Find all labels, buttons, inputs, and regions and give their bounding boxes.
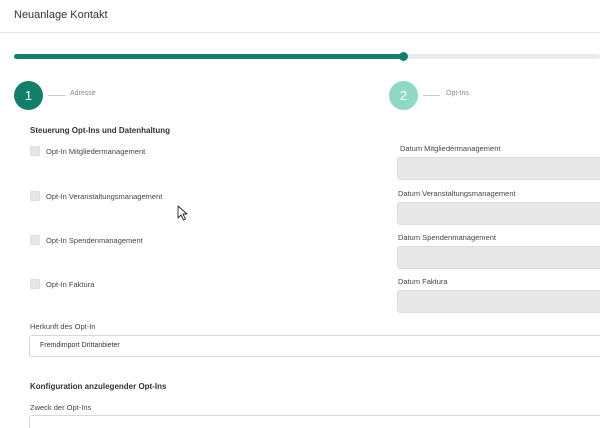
step-1-indicator[interactable]: 1	[14, 81, 43, 110]
datum-faktura-input[interactable]	[397, 290, 600, 313]
optin-mitgliedermanagement-label: Opt-In Mitgliedermanagement	[46, 147, 146, 156]
zweck-label: Zweck der Opt-Ins	[30, 403, 92, 412]
optin-faktura-label: Opt-In Faktura	[46, 280, 95, 289]
optin-section-title: Steuerung Opt-Ins und Datenhaltung	[30, 126, 170, 135]
step-2-label: Opt-Ins	[446, 90, 469, 97]
optin-faktura-checkbox[interactable]	[30, 279, 40, 289]
mouse-pointer-icon	[177, 205, 188, 221]
datum-mitgliedermanagement-input[interactable]	[397, 157, 600, 180]
config-section-title: Konfiguration anzulegender Opt-Ins	[30, 382, 167, 391]
wizard-progress-knob	[399, 52, 408, 61]
datum-veranstaltungsmanagement-input[interactable]	[397, 202, 600, 225]
dialog-title: Neuanlage Kontakt	[14, 9, 108, 21]
step-1-connector	[48, 95, 65, 96]
optin-veranstaltungsmanagement-label: Opt-In Veranstaltungsmanagement	[46, 192, 163, 201]
step-1-label: Adresse	[70, 90, 96, 97]
herkunft-select[interactable]: Fremdimport Drittanbieter	[29, 335, 600, 357]
optin-veranstaltungsmanagement-checkbox[interactable]	[30, 191, 40, 201]
datum-mitgliedermanagement-label: Datum Mitgliedermanagement	[400, 144, 501, 153]
datum-spendenmanagement-label: Datum Spendenmanagement	[398, 233, 496, 242]
datum-veranstaltungsmanagement-label: Datum Veranstaltungsmanagement	[398, 189, 516, 198]
datum-spendenmanagement-input[interactable]	[397, 246, 600, 269]
herkunft-select-value: Fremdimport Drittanbieter	[40, 342, 120, 349]
wizard-progress-fill	[14, 54, 406, 59]
zweck-input[interactable]	[29, 415, 600, 428]
dialog-header: Neuanlage Kontakt	[0, 0, 600, 33]
step-2-connector	[423, 95, 440, 96]
datum-faktura-label: Datum Faktura	[398, 277, 448, 286]
optin-spendenmanagement-label: Opt-In Spendenmanagement	[46, 236, 143, 245]
step-2-indicator[interactable]: 2	[389, 81, 418, 110]
optin-spendenmanagement-checkbox[interactable]	[30, 235, 40, 245]
optin-mitgliedermanagement-checkbox[interactable]	[30, 146, 40, 156]
wizard-progress-bar	[14, 54, 600, 59]
herkunft-label: Herkunft des Opt-In	[30, 322, 96, 331]
